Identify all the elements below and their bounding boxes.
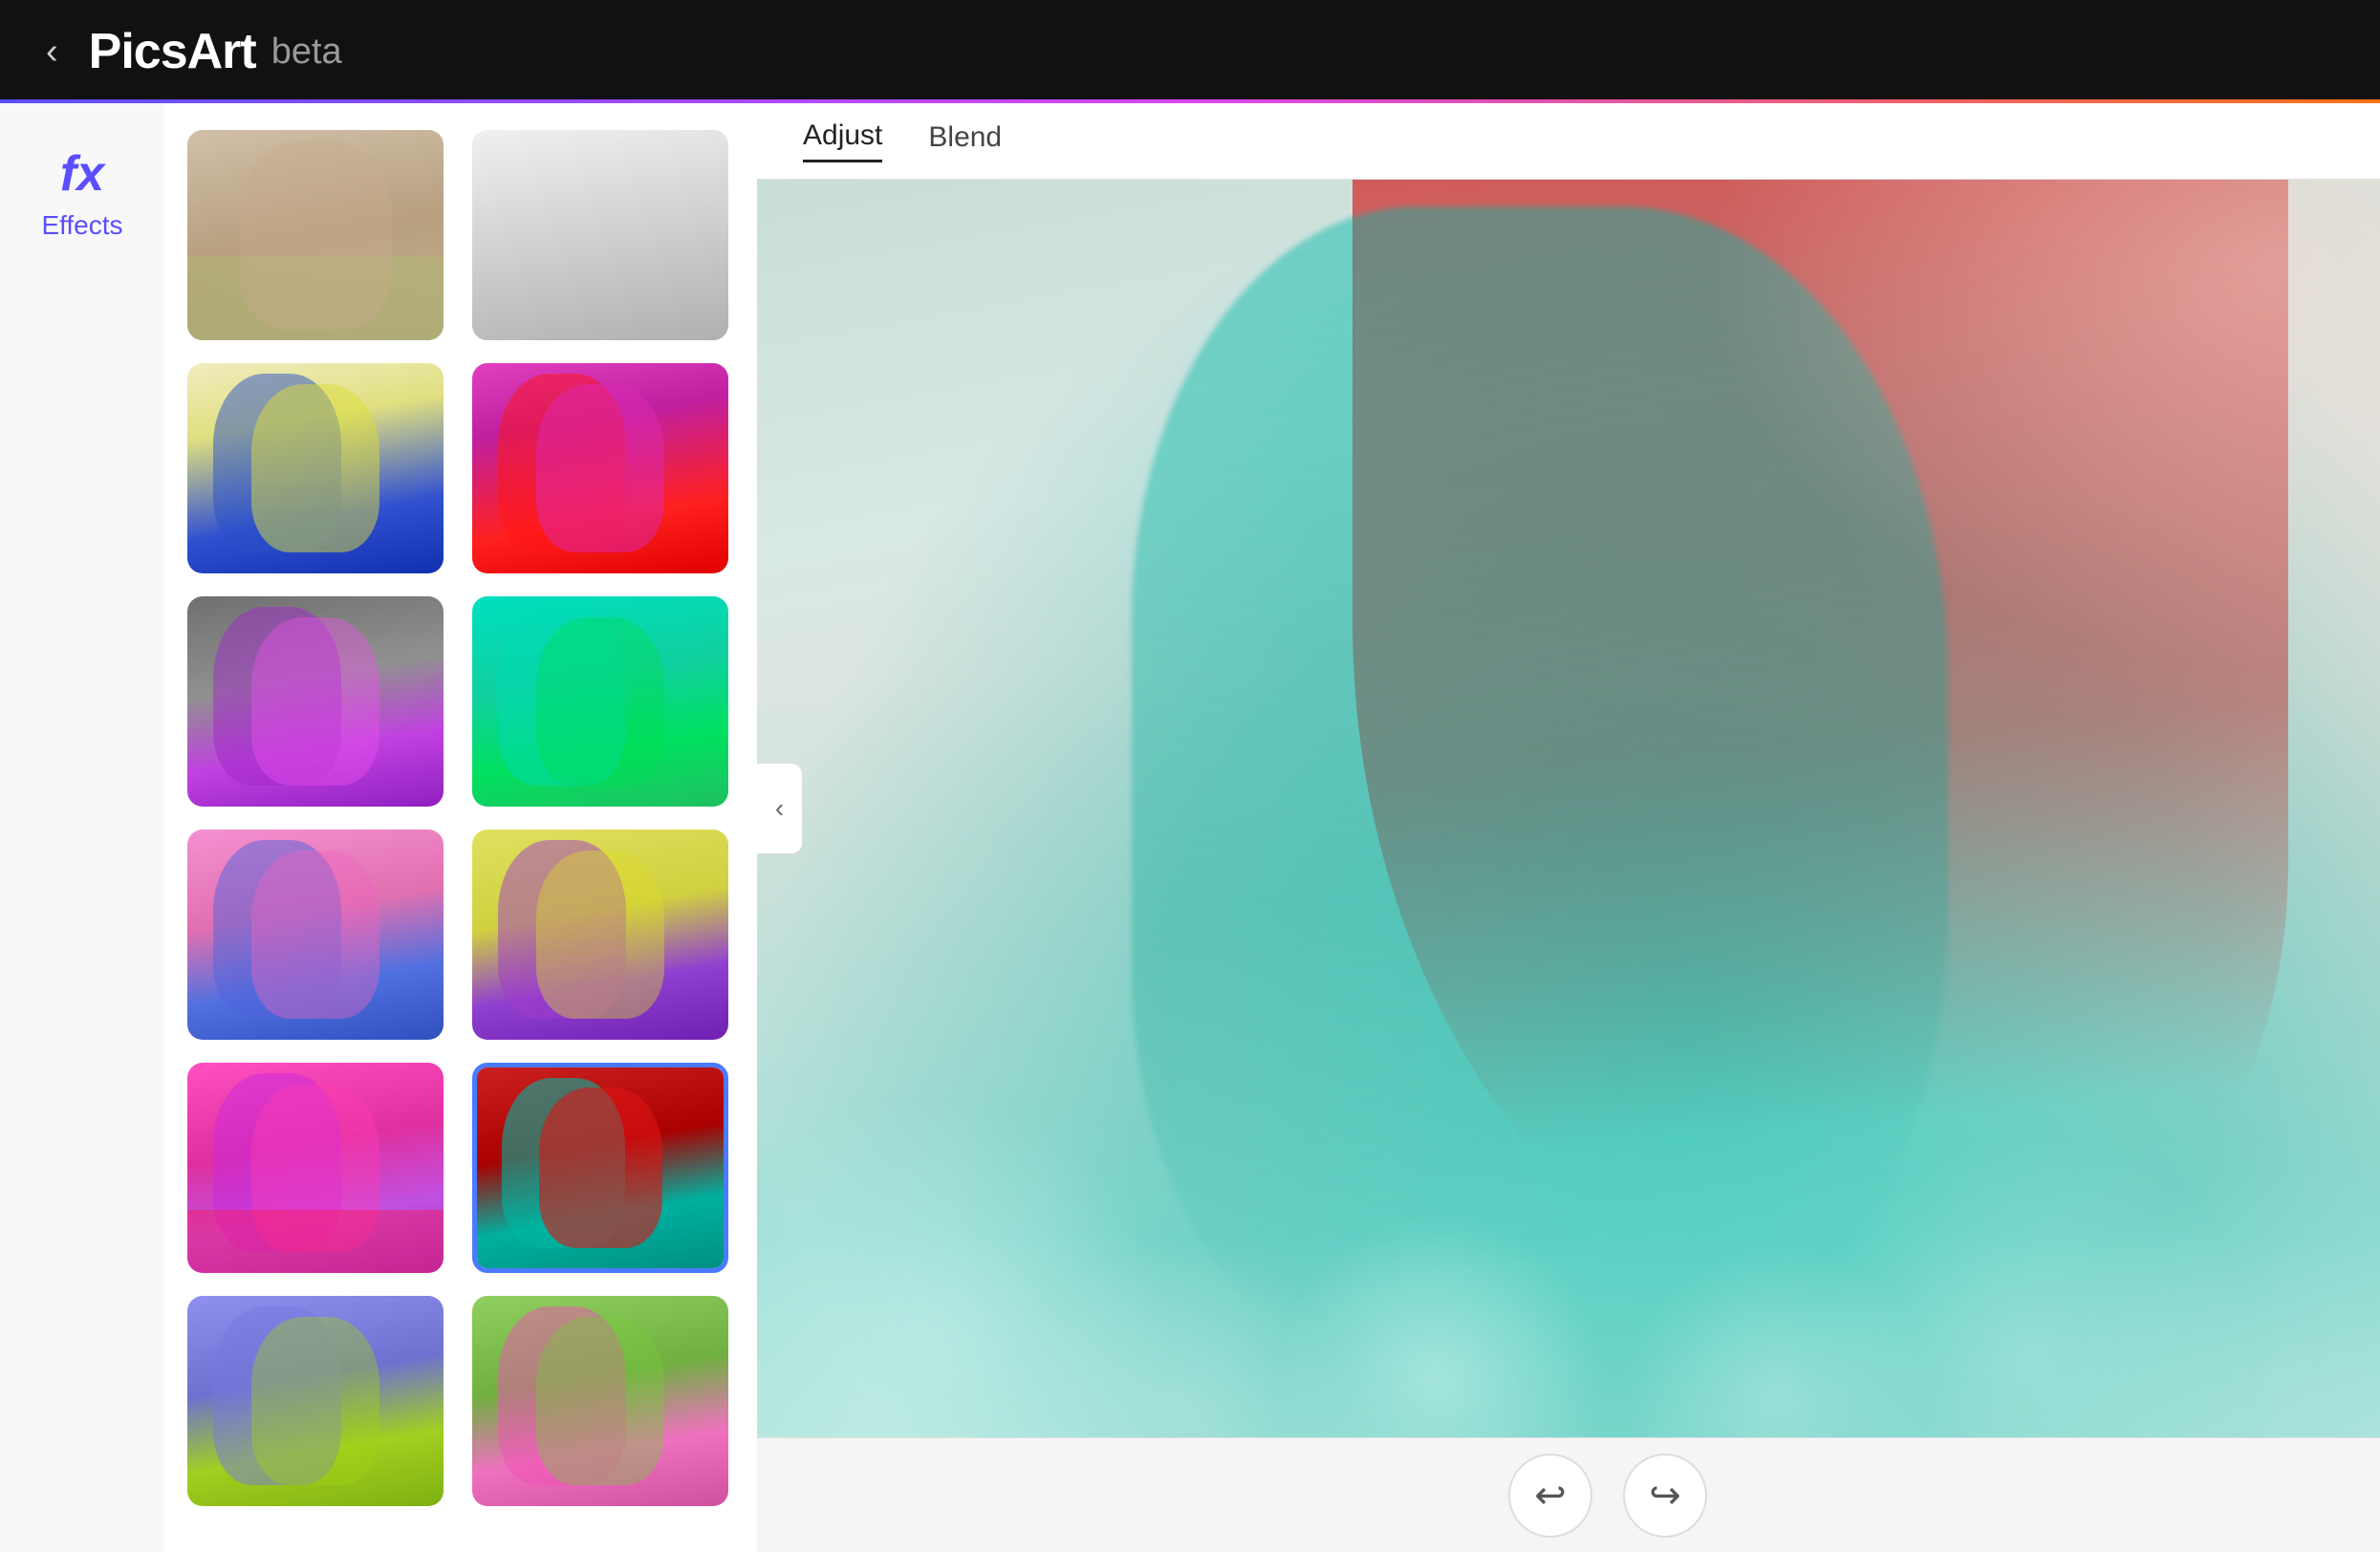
fx-icon: fx [60,149,104,199]
thumbnail-yellow-blue[interactable] [187,363,444,573]
tab-blend[interactable]: Blend [928,121,1002,162]
thumbnail-pink-red[interactable] [472,363,728,573]
canvas-content: ‹ › [757,180,2380,1437]
thumbnail-bw[interactable] [472,130,728,340]
collapse-panel-button[interactable]: ‹ [757,763,803,854]
undo-button[interactable]: ↩ [1508,1454,1592,1538]
canvas-area: Adjust Blend ‹ [757,103,2380,1552]
thumbnail-pink-blue[interactable] [187,830,444,1040]
thumbnail-yellow-purple[interactable] [472,830,728,1040]
header: ‹ PicsArt beta [0,0,2380,103]
preview-image [757,180,2380,1437]
logo: PicsArt [89,23,256,80]
thumbnail-green-pink[interactable] [472,1296,728,1506]
sidebar: fx Effects [0,103,164,1552]
thumbnails-panel[interactable] [164,103,757,1552]
thumbnail-red-cyan[interactable] [472,1063,728,1273]
beta-label: beta [271,32,342,73]
back-button[interactable]: ‹ [46,32,58,73]
thumbnail-gray-purple[interactable] [187,596,444,807]
tab-adjust[interactable]: Adjust [803,119,882,162]
thumbnail-blue-lime[interactable] [187,1296,444,1506]
effects-label: Effects [41,210,122,241]
bottom-toolbar: ↩ ↪ [757,1437,2380,1552]
canvas-toolbar: Adjust Blend [757,103,2380,180]
redo-button[interactable]: ↪ [1623,1454,1707,1538]
thumbnail-cyan-green[interactable] [472,596,728,807]
main-layout: fx Effects [0,103,2380,1552]
thumbnail-original[interactable] [187,130,444,340]
thumbnail-pink-magenta[interactable] [187,1063,444,1273]
